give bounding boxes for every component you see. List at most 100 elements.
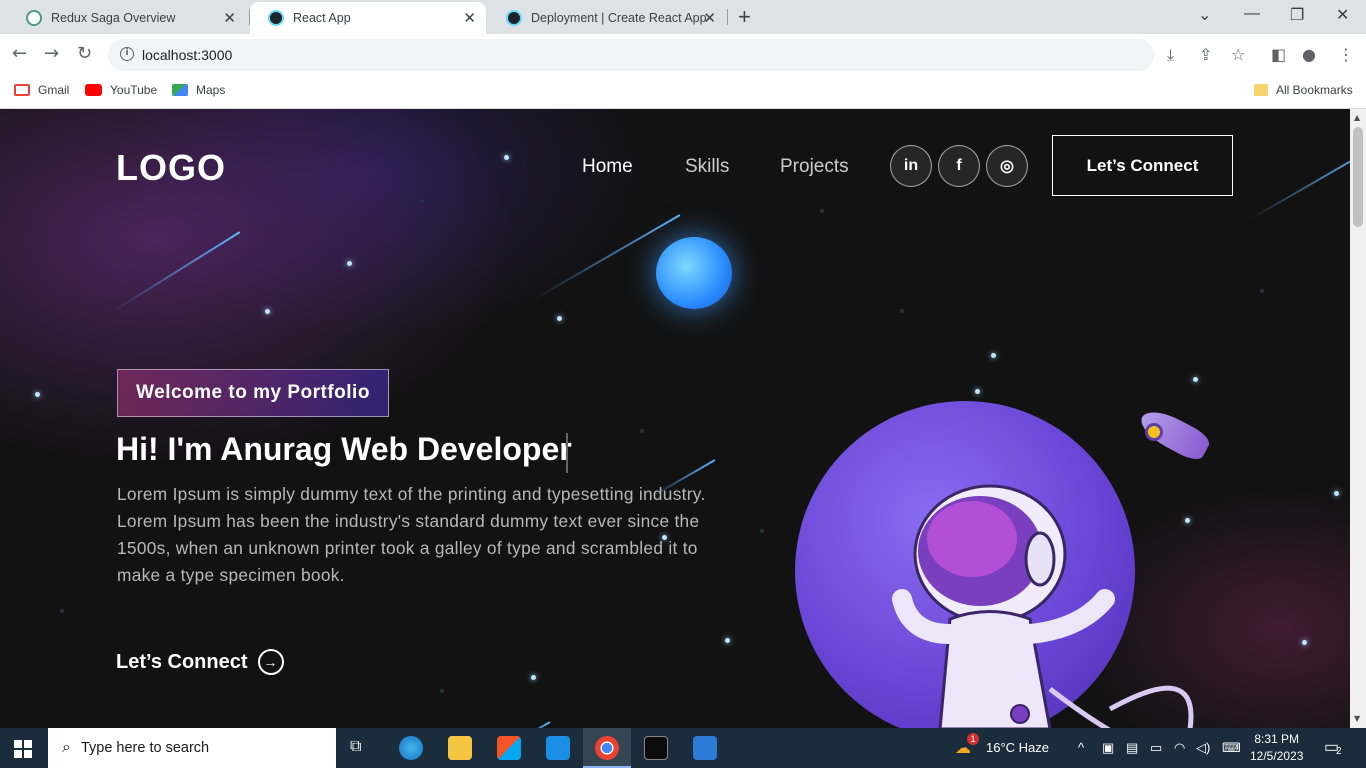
bookmark-star-icon[interactable]: ☆ [1231, 45, 1245, 64]
astronaut-illustration [892, 484, 1194, 728]
star-decoration [531, 675, 536, 680]
lets-connect-link[interactable]: Let’s Connect → [116, 649, 284, 675]
nav-projects[interactable]: Projects [780, 156, 849, 178]
site-info-icon[interactable]: i [120, 47, 134, 61]
volume-icon[interactable]: ◁) [1196, 740, 1210, 756]
chatgpt-favicon-icon [26, 10, 42, 26]
vscode-icon[interactable] [693, 736, 717, 760]
close-tab-icon[interactable]: ✕ [703, 9, 716, 27]
share-icon[interactable]: ⇪ [1199, 45, 1212, 64]
edge-icon[interactable] [399, 736, 423, 760]
bookmark-label: Gmail [38, 83, 70, 97]
search-icon: ⌕ [62, 739, 71, 756]
star-decoration [557, 316, 562, 321]
close-tab-icon[interactable]: ✕ [463, 9, 476, 27]
back-icon[interactable]: ← [12, 43, 27, 64]
install-app-icon[interactable]: ⤓ [1167, 45, 1174, 65]
site-logo[interactable]: LOGO [116, 147, 226, 189]
star-decoration [1302, 640, 1307, 645]
forward-icon[interactable]: → [44, 43, 59, 64]
security-icon[interactable]: ▤ [1126, 740, 1138, 756]
bookmark-label: YouTube [110, 83, 158, 97]
profile-avatar-icon[interactable]: ● [1302, 45, 1316, 64]
meet-now-icon[interactable]: ▣ [1102, 740, 1114, 756]
star-decoration [1193, 377, 1198, 382]
scroll-down-icon[interactable]: ▼ [1354, 714, 1360, 723]
restore-icon[interactable]: ❐ [1290, 5, 1304, 25]
wifi-icon[interactable]: ◠ [1174, 740, 1185, 756]
meteor-decoration [1248, 149, 1350, 221]
new-tab-button[interactable]: + [738, 4, 751, 30]
meteor-decoration [510, 721, 551, 728]
instagram-icon[interactable]: ◎ [986, 145, 1028, 187]
battery-icon[interactable]: ▭ [1150, 740, 1162, 756]
reload-icon[interactable]: ↻ [77, 43, 92, 64]
menu-kebab-icon[interactable]: ⋮ [1338, 45, 1354, 64]
weather-text[interactable]: 16°C Haze [986, 740, 1049, 755]
close-window-icon[interactable]: ✕ [1336, 5, 1349, 25]
url-text[interactable]: localhost:3000 [142, 47, 232, 63]
bookmark-youtube[interactable]: YouTube [85, 83, 157, 97]
gmail-icon [14, 84, 30, 96]
keyboard-icon[interactable]: ⌨ [1222, 740, 1241, 756]
tab-search-icon[interactable]: ⌄ [1198, 5, 1211, 25]
facebook-icon[interactable]: f [938, 145, 980, 187]
maps-icon [172, 84, 188, 96]
close-tab-icon[interactable]: ✕ [223, 9, 236, 27]
nav-home[interactable]: Home [582, 156, 633, 178]
tab-divider [727, 9, 728, 25]
lets-connect-button[interactable]: Let’s Connect [1052, 135, 1233, 196]
store-icon[interactable] [497, 736, 521, 760]
tab-redux-saga[interactable]: Redux Saga Overview ✕ [8, 2, 246, 34]
bookmark-gmail[interactable]: Gmail [14, 83, 69, 97]
clock-date: 12/5/2023 [1250, 749, 1304, 763]
all-bookmarks[interactable]: All Bookmarks [1254, 83, 1353, 97]
terminal-icon[interactable] [644, 736, 668, 760]
scroll-thumb[interactable] [1353, 127, 1363, 227]
tab-react-app[interactable]: React App ✕ [250, 2, 486, 34]
arrow-right-circle-icon: → [257, 649, 284, 675]
cta-label: Let’s Connect [116, 650, 248, 673]
react-favicon-icon [506, 10, 522, 26]
weather-badge: 1 [967, 733, 979, 745]
page-scrollbar[interactable]: ▲ ▼ [1350, 109, 1366, 728]
star-decoration [35, 392, 40, 397]
mail-icon[interactable] [546, 736, 570, 760]
hero-headline: Hi! I'm Anurag Web Developer [116, 431, 572, 467]
windows-taskbar: ⌕ Type here to search ⧉ ☁ 1 16°C Haze ^ … [0, 728, 1366, 768]
chrome-icon[interactable] [595, 736, 619, 760]
folder-icon [1254, 84, 1268, 96]
taskbar-search[interactable]: ⌕ Type here to search [48, 728, 336, 768]
star-decoration [440, 689, 444, 693]
tab-deployment[interactable]: Deployment | Create React App ✕ [488, 2, 726, 34]
system-clock[interactable]: 8:31 PM 12/5/2023 [1250, 731, 1303, 765]
scroll-up-icon[interactable]: ▲ [1354, 113, 1360, 122]
tagline-badge: Welcome to my Portfolio [117, 369, 389, 417]
linkedin-icon[interactable]: in [890, 145, 932, 187]
windows-start-icon[interactable] [14, 740, 32, 758]
react-favicon-icon [268, 10, 284, 26]
bookmarks-bar: Gmail YouTube Maps All Bookmarks [0, 76, 1366, 109]
tab-title: Deployment | Create React App [531, 11, 707, 25]
side-panel-icon[interactable]: ◧ [1271, 45, 1286, 64]
star-decoration [820, 209, 824, 213]
address-bar[interactable]: i localhost:3000 [108, 39, 1154, 71]
minimize-icon[interactable]: — [1244, 5, 1260, 23]
page-viewport: LOGO Home Skills Projects in f ◎ Let’s C… [0, 109, 1350, 728]
blue-planet-illustration [656, 237, 732, 309]
tab-title: React App [293, 11, 351, 25]
hero-intro-text: Lorem Ipsum is simply dummy text of the … [117, 484, 706, 585]
browser-tab-bar: Redux Saga Overview ✕ React App ✕ Deploy… [0, 0, 1366, 34]
star-decoration [725, 638, 730, 643]
show-hidden-icons-icon[interactable]: ^ [1078, 740, 1084, 755]
bookmark-maps[interactable]: Maps [172, 83, 225, 97]
file-explorer-icon[interactable] [448, 736, 472, 760]
task-view-icon[interactable]: ⧉ [350, 738, 361, 756]
clock-time: 8:31 PM [1254, 732, 1300, 746]
star-decoration [900, 309, 904, 313]
nav-skills[interactable]: Skills [685, 156, 729, 178]
youtube-icon [85, 84, 102, 96]
search-placeholder: Type here to search [80, 740, 210, 756]
tab-title: Redux Saga Overview [51, 11, 176, 25]
star-decoration [1334, 491, 1339, 496]
